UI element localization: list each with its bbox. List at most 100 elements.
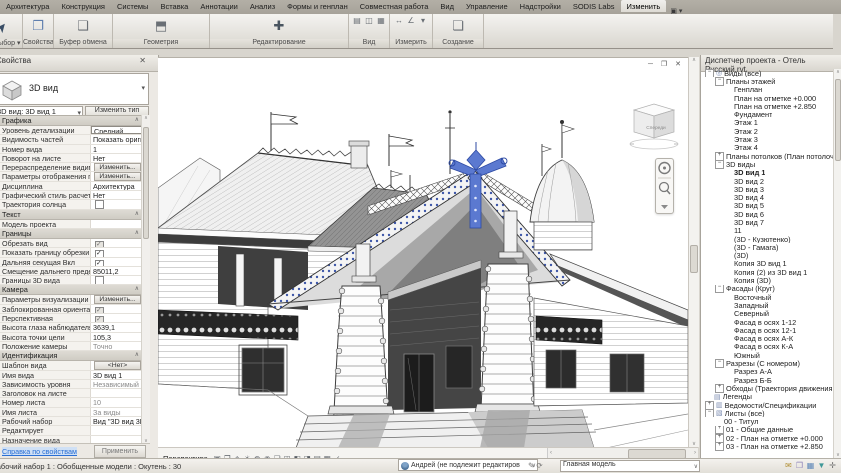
property-value[interactable]	[91, 314, 142, 322]
tree-item[interactable]: Западный	[701, 301, 834, 309]
tree-item-label[interactable]: Разрез Б-Б	[734, 376, 772, 384]
tree-item-label[interactable]: 3D вид 6	[734, 210, 764, 218]
property-edit-button[interactable]: Изменить...	[94, 295, 141, 303]
property-value[interactable]: 3D вид 1	[91, 371, 142, 379]
tree-item-label[interactable]: Копия (2) из 3D вид 1	[734, 268, 807, 276]
tree-item-label[interactable]: Копия 3D вид 1	[734, 260, 787, 268]
property-value[interactable]: Показать оригинал	[91, 135, 142, 143]
collapse-icon[interactable]: ∧	[135, 116, 139, 123]
tree-item-label[interactable]: Этаж 2	[734, 127, 758, 135]
active-workset-dropdown[interactable]: Андрей (не подлежит редактиров ∨	[398, 459, 538, 471]
collapse-icon[interactable]: ∧	[135, 285, 139, 292]
angle-measure-icon[interactable]: ∠	[406, 15, 417, 25]
tree-item[interactable]: Разрез А-А	[701, 368, 834, 376]
tree-item-label[interactable]: Фундамент	[734, 110, 772, 118]
property-value[interactable]	[91, 220, 142, 228]
tree-item-label[interactable]: (3D - Кузютенко)	[734, 235, 791, 243]
checkbox[interactable]	[95, 307, 104, 313]
properties-help-link[interactable]: Справка по свойствам	[2, 447, 77, 456]
property-edit-button[interactable]: Изменить...	[94, 172, 141, 180]
tree-item-label[interactable]: Листы (все)	[725, 409, 765, 417]
browser-scrollbar[interactable]: ∧ ∨	[833, 69, 841, 458]
scrollbar-thumb[interactable]	[143, 127, 149, 239]
measure-icon[interactable]: ↔	[394, 15, 405, 25]
property-value[interactable]: Изменить...	[91, 295, 142, 303]
checkbox[interactable]	[95, 260, 104, 266]
tree-item[interactable]: 3D вид 3	[701, 185, 834, 193]
tree-item[interactable]: 00 - Титул	[701, 417, 834, 425]
tree-item[interactable]: +02 - План на отметке +0.000	[701, 434, 834, 442]
ribbon-panel-label[interactable]: Редактирование	[210, 39, 348, 48]
ribbon-tab-Системы[interactable]: Системы	[111, 0, 154, 12]
editing-requests-icon[interactable]: ✉	[783, 461, 794, 470]
tree-item[interactable]: Копия (2) из 3D вид 1	[701, 268, 834, 276]
ribbon-tab-Управление[interactable]: Управление	[460, 0, 514, 12]
tree-item[interactable]: (3D)	[701, 252, 834, 260]
property-section-Камера[interactable]: Камера∧	[0, 285, 142, 295]
override-icon[interactable]: ▦	[376, 15, 387, 25]
navigation-bar[interactable]	[655, 158, 674, 214]
property-edit-button[interactable]: <Нет>	[94, 361, 141, 369]
collapse-icon[interactable]: ∧	[135, 351, 139, 358]
ribbon-panel-label[interactable]: Геометрия	[113, 39, 209, 48]
expand-icon[interactable]: +	[715, 426, 724, 434]
worksets-icon[interactable]: ❐	[794, 461, 805, 470]
tree-item[interactable]: 3D вид 2	[701, 177, 834, 185]
tree-item[interactable]: Копия (3D)	[701, 276, 834, 284]
checkbox[interactable]	[95, 316, 104, 322]
tree-item-label[interactable]: Этаж 4	[734, 144, 758, 152]
scrollbar-thumb[interactable]	[690, 245, 698, 273]
tree-item[interactable]: +03 - План на отметке +2.850	[701, 442, 834, 450]
tree-item[interactable]: Копия 3D вид 1	[701, 260, 834, 268]
steering-wheel-icon[interactable]	[659, 163, 670, 174]
property-value[interactable]	[91, 239, 142, 247]
tree-item-label[interactable]: Западный	[734, 301, 769, 309]
tree-item[interactable]: 3D вид 4	[701, 193, 834, 201]
expand-icon[interactable]: +	[715, 442, 724, 450]
zoom-icon[interactable]	[660, 183, 671, 195]
tree-item-label[interactable]: (3D - Гамага)	[734, 243, 778, 251]
tree-item[interactable]: Этаж 4	[701, 144, 834, 152]
tree-item-label[interactable]: Южный	[734, 351, 760, 359]
tree-item[interactable]: 3D вид 6	[701, 210, 834, 218]
tree-item-label[interactable]: Фасад в осях 1-12	[734, 318, 796, 326]
ribbon-tab-Конструкция[interactable]: Конструкция	[55, 0, 111, 12]
design-options-icon[interactable]: ▦	[805, 461, 816, 470]
ribbon-tab-Надстройки[interactable]: Надстройки	[514, 0, 567, 12]
tree-item[interactable]: Этаж 2	[701, 127, 834, 135]
tree-item[interactable]: +▥Ведомости/Спецификации	[701, 401, 834, 409]
tree-item-label[interactable]: 03 - План на отметке +2.850	[726, 442, 823, 450]
collapse-icon[interactable]: ∧	[135, 210, 139, 217]
tree-item[interactable]: −▧Листы (все)	[701, 409, 834, 417]
ribbon-tab-Архитектура[interactable]: Архитектура	[0, 0, 55, 12]
property-section-Текст[interactable]: Текст∧	[0, 210, 142, 220]
tree-item-label[interactable]: План на отметке +2.850	[734, 102, 816, 110]
tree-item[interactable]: −Разрезы (С номером)	[701, 359, 834, 367]
ribbon-tab-Вставка[interactable]: Вставка	[154, 0, 194, 12]
property-value[interactable]: Точно	[91, 342, 142, 350]
property-value[interactable]	[91, 305, 142, 313]
property-value[interactable]	[91, 426, 142, 434]
property-edit-button[interactable]: Изменить...	[94, 163, 141, 171]
tree-item-label[interactable]: 01 - Общие данные	[726, 426, 793, 434]
view-window-controls[interactable]: ─ ❐ ✕	[648, 60, 684, 68]
tree-item-label[interactable]: 3D вид 5	[734, 202, 764, 210]
tree-item[interactable]: 3D вид 5	[701, 202, 834, 210]
tree-item[interactable]: Фасад в осях 1-12	[701, 318, 834, 326]
tree-item-label[interactable]: 02 - План на отметке +0.000	[726, 434, 823, 442]
tree-item[interactable]: Фасад в осях А-К	[701, 335, 834, 343]
property-value[interactable]: 85011,2	[91, 267, 142, 275]
tree-item[interactable]: ▤Легенды	[701, 393, 834, 401]
property-value[interactable]: Независимый	[91, 380, 142, 388]
tree-item-label[interactable]: 3D вид 2	[734, 177, 764, 185]
checkbox[interactable]	[95, 200, 104, 208]
tree-item[interactable]: (3D - Кузютенко)	[701, 235, 834, 243]
property-value[interactable]	[91, 276, 142, 284]
ribbon-tab-Совместная работа[interactable]: Совместная работа	[354, 0, 435, 12]
ribbon-tab-Вид[interactable]: Вид	[434, 0, 460, 12]
expand-icon[interactable]: +	[715, 152, 724, 160]
scroll-left-icon[interactable]: ‹	[550, 450, 552, 456]
close-icon[interactable]: ✕	[139, 56, 146, 65]
tree-item[interactable]: 3D вид 1	[701, 169, 834, 177]
selection-filter-icon[interactable]: ▼	[816, 461, 827, 470]
